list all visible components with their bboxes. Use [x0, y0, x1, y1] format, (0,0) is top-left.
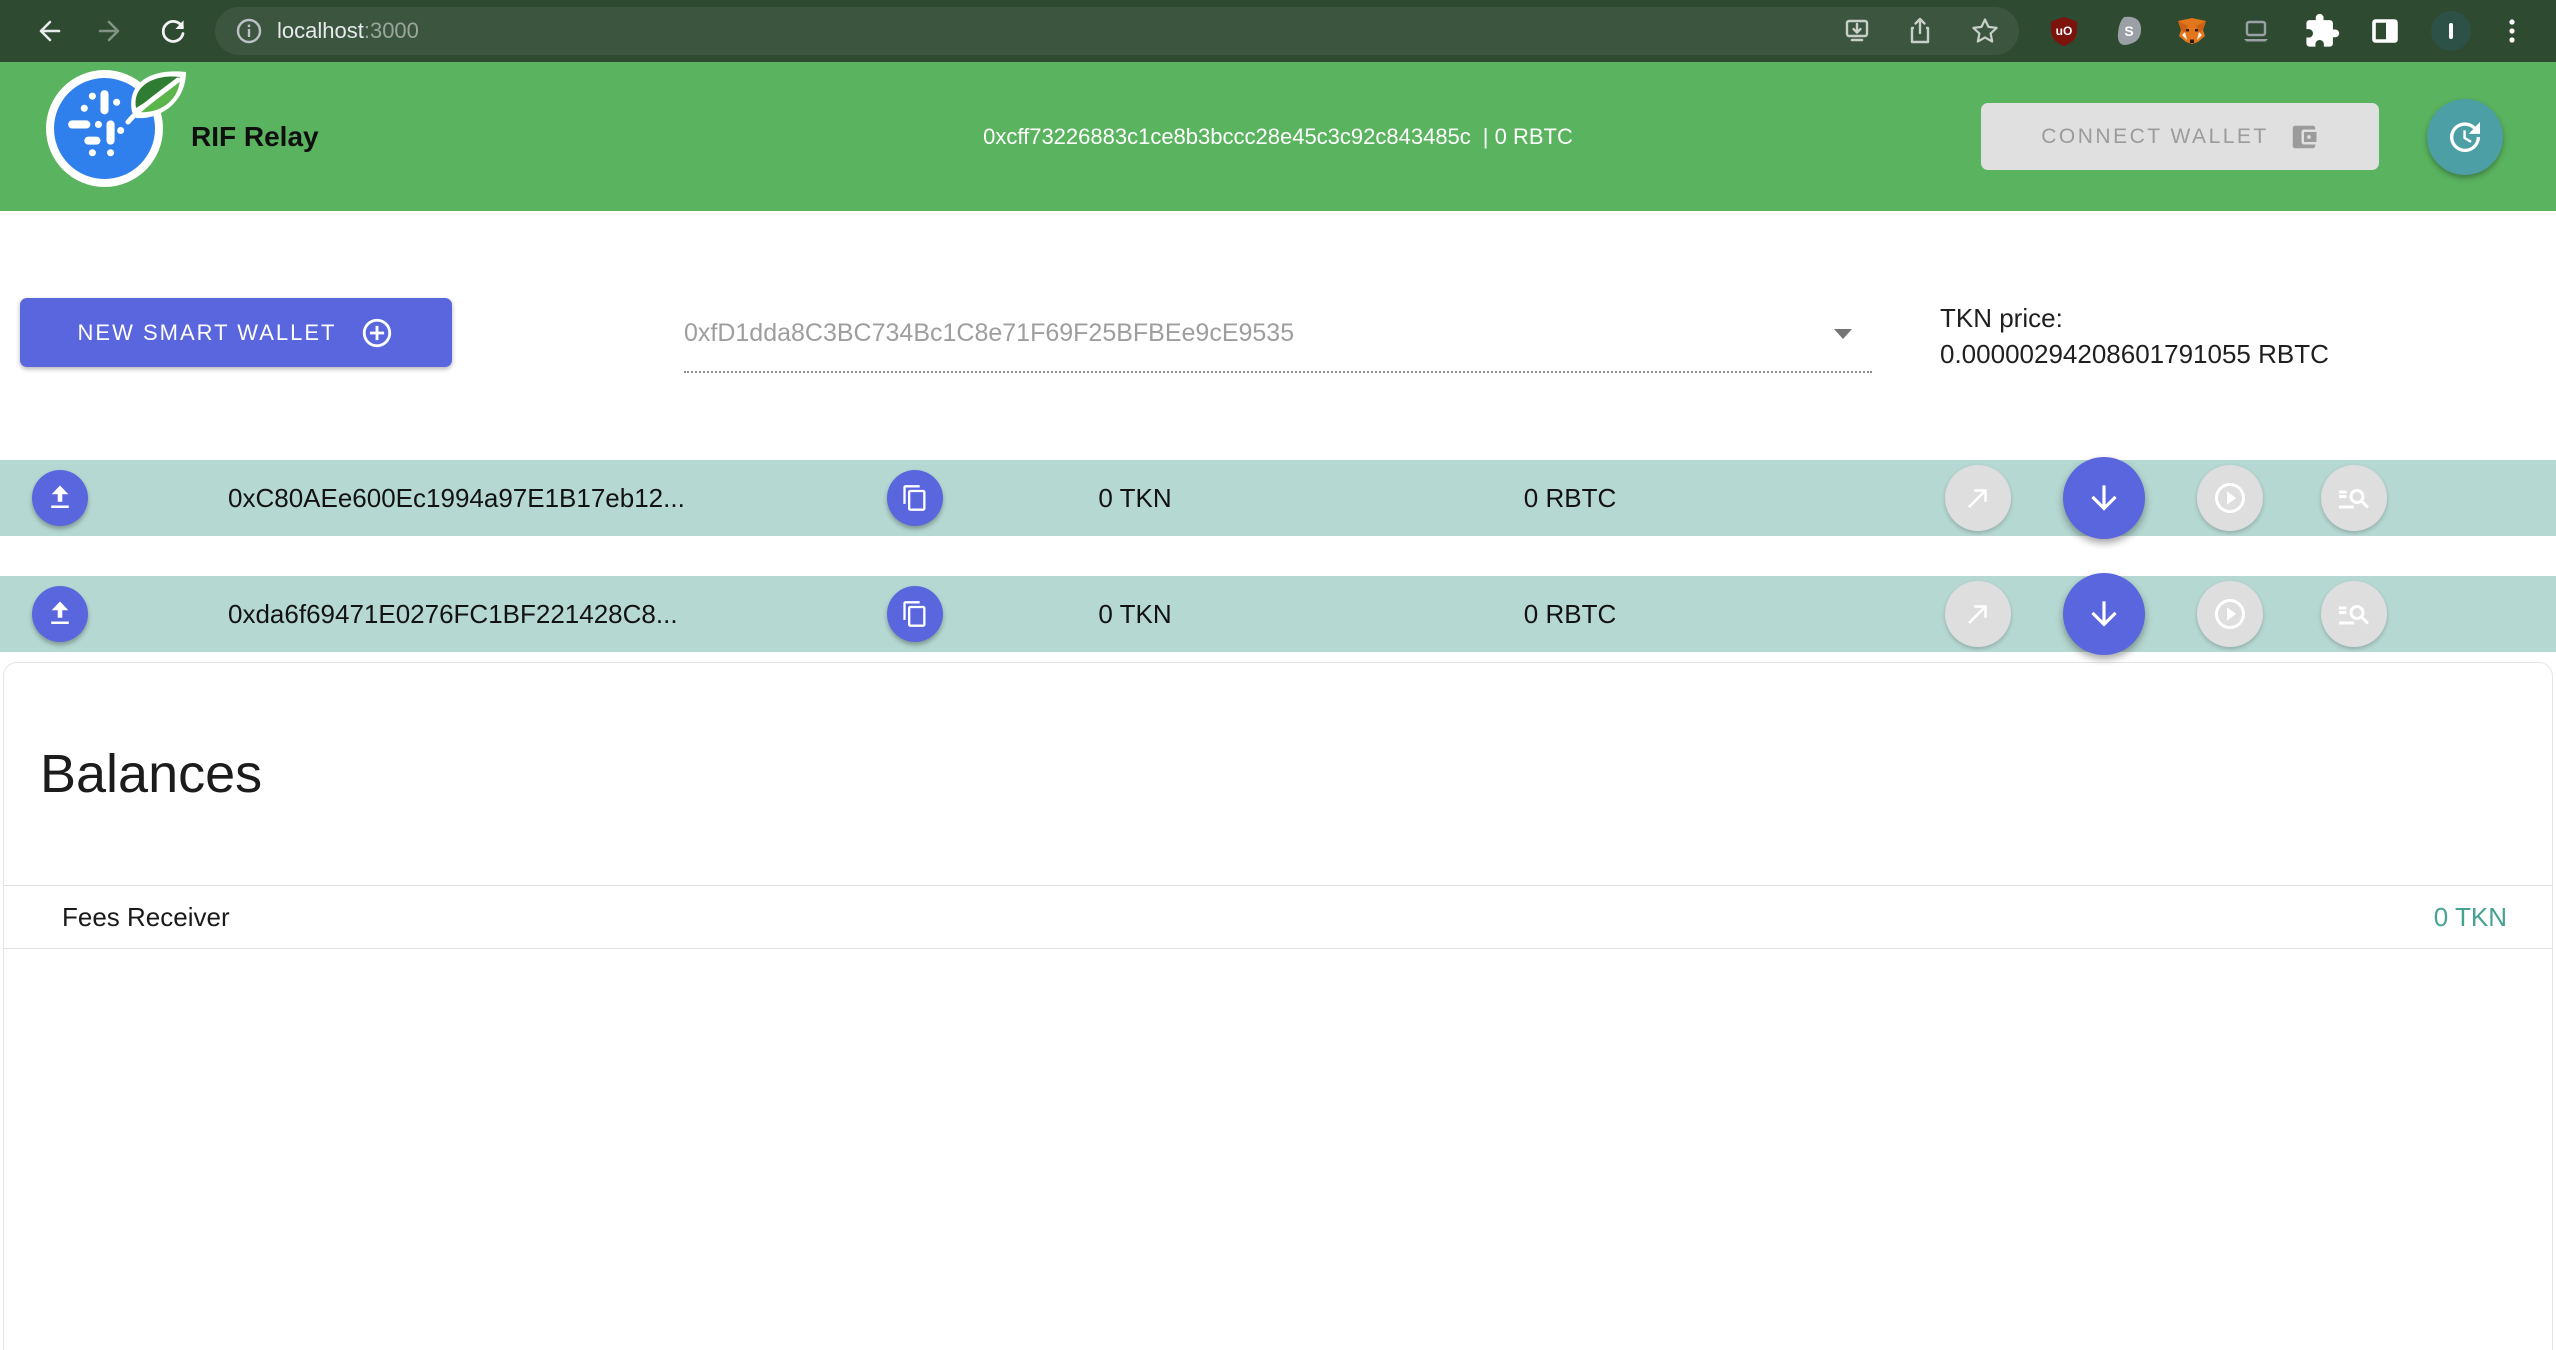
deploy-wallet-button[interactable]	[32, 586, 88, 642]
copy-icon	[901, 600, 929, 628]
balances-table: Fees Receiver 0 TKN	[4, 885, 2552, 949]
manage-search-icon	[2336, 596, 2372, 632]
site-info-icon[interactable]	[235, 17, 263, 45]
account-address: 0xcff73226883c1ce8b3bccc28e45c3c92c84348…	[983, 124, 1471, 150]
vpn-extension-icon[interactable]: S	[2111, 13, 2147, 49]
smart-wallet-row: 0xC80AEe600Ec1994a97E1B17eb12... 0 TKN 0…	[0, 460, 2556, 536]
play-circle-icon	[2212, 480, 2248, 516]
browser-profile-avatar[interactable]	[2431, 11, 2471, 51]
upload-icon	[45, 599, 75, 629]
arrow-up-right-icon	[1963, 599, 1993, 629]
table-row: Fees Receiver 0 TKN	[4, 885, 2552, 949]
browser-menu-icon[interactable]	[2494, 13, 2530, 49]
transactions-search-button[interactable]	[2321, 581, 2387, 647]
account-summary: 0xcff73226883c1ce8b3bccc28e45c3c92c84348…	[983, 62, 1573, 211]
rif-relay-logo	[46, 70, 163, 187]
wallet-rbtc-balance: 0 RBTC	[1470, 576, 1670, 652]
url-text: localhost:3000	[277, 18, 419, 44]
metamask-extension-icon[interactable]	[2174, 13, 2210, 49]
new-smart-wallet-button[interactable]: NEW SMART WALLET	[20, 298, 452, 367]
url-bar[interactable]: localhost:3000	[215, 7, 2019, 55]
connect-wallet-button[interactable]: CONNECT WALLET	[1981, 103, 2379, 170]
execute-button[interactable]	[2197, 465, 2263, 531]
chevron-down-icon	[1832, 327, 1854, 346]
extensions-puzzle-icon[interactable]	[2304, 13, 2340, 49]
wallet-rbtc-balance: 0 RBTC	[1470, 460, 1670, 536]
tkn-price-value: 0.00000294208601791055 RBTC	[1940, 336, 2329, 372]
arrow-up-right-icon	[1963, 483, 1993, 513]
update-icon	[2445, 117, 2485, 157]
arrow-down-icon	[2085, 595, 2123, 633]
smart-wallet-row: 0xda6f69471E0276FC1BF221428C8... 0 TKN 0…	[0, 576, 2556, 652]
svg-text:S: S	[2124, 23, 2133, 39]
download-install-icon[interactable]	[1840, 14, 1874, 48]
transfer-button[interactable]	[1945, 581, 2011, 647]
play-circle-icon	[2212, 596, 2248, 632]
refresh-balances-button[interactable]	[2427, 99, 2503, 175]
receive-button[interactable]	[2063, 573, 2145, 655]
profile-initial	[2449, 23, 2453, 39]
screen-share-extension-icon[interactable]	[2238, 13, 2274, 49]
new-smart-wallet-label: NEW SMART WALLET	[78, 320, 337, 346]
ublock-glyph: uO	[2056, 24, 2073, 38]
balances-title: Balances	[40, 743, 262, 805]
bookmark-star-icon[interactable]	[1968, 14, 2002, 48]
browser-toolbar: localhost:3000	[0, 0, 2556, 62]
add-circle-icon	[360, 316, 394, 350]
wallet-address: 0xda6f69471E0276FC1BF221428C8...	[228, 576, 678, 652]
share-icon[interactable]	[1903, 14, 1937, 48]
rif-leaf-icon	[122, 64, 192, 131]
tkn-price: TKN price: 0.00000294208601791055 RBTC	[1940, 300, 2329, 372]
tkn-price-label: TKN price:	[1940, 300, 2329, 336]
smart-wallet-select[interactable]: 0xfD1dda8C3BC734Bc1C8e71F69F25BFBEe9cE95…	[684, 295, 1872, 373]
app-header: RIF Relay 0xcff73226883c1ce8b3bccc28e45c…	[0, 62, 2556, 211]
back-icon[interactable]	[31, 13, 67, 49]
reload-icon[interactable]	[155, 13, 191, 49]
transactions-search-button[interactable]	[2321, 465, 2387, 531]
balances-section: Balances Fees Receiver 0 TKN	[3, 662, 2553, 1350]
connect-wallet-label: CONNECT WALLET	[2041, 125, 2269, 149]
account-balance: | 0 RBTC	[1483, 124, 1573, 150]
page: localhost:3000	[0, 0, 2556, 1350]
manage-search-icon	[2336, 480, 2372, 516]
copy-address-button[interactable]	[887, 470, 943, 526]
receive-button[interactable]	[2063, 457, 2145, 539]
transfer-button[interactable]	[1945, 465, 2011, 531]
execute-button[interactable]	[2197, 581, 2263, 647]
smart-wallet-select-value: 0xfD1dda8C3BC734Bc1C8e71F69F25BFBEe9cE95…	[684, 319, 1294, 348]
fees-receiver-value: 0 TKN	[2434, 902, 2507, 933]
fees-receiver-label: Fees Receiver	[62, 902, 230, 933]
wallet-address: 0xC80AEe600Ec1994a97E1B17eb12...	[228, 460, 685, 536]
deploy-wallet-button[interactable]	[32, 470, 88, 526]
wallet-icon	[2289, 122, 2319, 152]
wallet-tkn-balance: 0 TKN	[1035, 460, 1235, 536]
app-title: RIF Relay	[191, 62, 319, 211]
arrow-down-icon	[2085, 479, 2123, 517]
upload-icon	[45, 483, 75, 513]
copy-address-button[interactable]	[887, 586, 943, 642]
url-port: :3000	[364, 18, 419, 43]
forward-icon[interactable]	[92, 13, 128, 49]
url-host: localhost	[277, 18, 364, 43]
ublock-extension-icon[interactable]: uO	[2046, 13, 2082, 49]
wallet-tkn-balance: 0 TKN	[1035, 576, 1235, 652]
copy-icon	[901, 484, 929, 512]
side-panel-icon[interactable]	[2367, 13, 2403, 49]
